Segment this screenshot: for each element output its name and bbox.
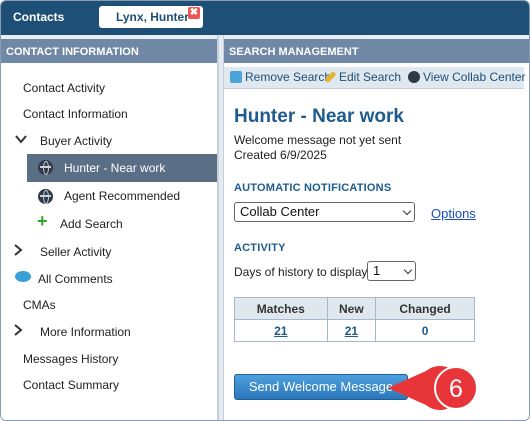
globe-icon [408,71,420,83]
chevron-right-icon[interactable] [13,244,23,259]
nav-label: Contact Summary [23,378,120,392]
nav-label: Buyer Activity [40,134,113,148]
automatic-notifications-header: AUTOMATIC NOTIFICATIONS [234,182,392,194]
activity-table-row: 21 21 0 [234,319,475,342]
search-title: Hunter - Near work [234,106,404,127]
days-history-label: Days of history to display [234,265,368,279]
nav-hunter-near-work[interactable]: Hunter - Near work [27,154,217,182]
matches-header: Matches [234,297,328,320]
chevron-down-icon [402,206,412,216]
nav-contact-information[interactable]: Contact Information [23,103,128,125]
changed-header: Changed [375,297,475,320]
nav-label: Contact Information [23,107,128,121]
contact-information-panel: CONTACT INFORMATION Contact Activity Con… [1,35,218,420]
nav-messages-history[interactable]: Messages History [23,348,118,370]
nav-more-information[interactable]: More Information [40,321,131,343]
nav-add-search[interactable]: Add Search [60,213,123,235]
nav-label: Seller Activity [40,245,112,259]
options-link[interactable]: Options [431,206,476,221]
nav-label: Hunter - Near work [64,161,166,175]
matches-count-link[interactable]: 21 [234,319,328,342]
nav-label: CMAs [23,298,56,312]
callout-number: 6 [449,375,463,403]
chevron-down-icon[interactable] [15,133,27,147]
remove-search-button[interactable]: Remove Search [230,70,331,84]
edit-search-button[interactable]: Edit Search [324,70,402,84]
edit-search-label: Edit Search [339,70,402,84]
welcome-status: Welcome message not yet sent [234,133,402,147]
view-collab-center-button[interactable]: View Collab Center [408,70,526,84]
nav-contact-summary[interactable]: Contact Summary [23,374,119,396]
nav-cmas[interactable]: CMAs [23,294,56,316]
days-history-select[interactable]: 1 [367,261,416,281]
nav-label: Contact Activity [23,81,106,95]
nav-label: Add Search [60,217,123,231]
new-header: New [326,297,377,320]
app-window: Contacts Lynx, Hunter ✖ CONTACT INFORMAT… [0,0,530,421]
step-callout: 6 [388,366,478,410]
nav-label: All Comments [38,272,113,286]
close-icon[interactable]: ✖ [188,7,200,19]
nav-seller-activity[interactable]: Seller Activity [40,241,111,263]
nav-label: Agent Recommended [64,189,181,203]
nav-all-comments[interactable]: All Comments [38,268,113,290]
activity-table-header-row: Matches New Changed [234,297,475,320]
top-bar: Contacts Lynx, Hunter ✖ [1,1,529,35]
search-toolbar: Remove Search Edit Search View Collab Ce… [224,67,526,89]
view-collab-center-label: View Collab Center [423,70,526,84]
days-history-value: 1 [373,263,381,278]
nav-label: Messages History [23,352,119,366]
nav-label: More Information [40,325,131,339]
notifications-select-value: Collab Center [240,204,320,219]
changed-count: 0 [375,319,475,342]
new-count-link[interactable]: 21 [326,319,377,342]
comment-icon [15,271,31,282]
plus-icon: + [37,211,48,231]
tab-person-label: Lynx, Hunter [116,10,189,24]
nav-buyer-activity[interactable]: Buyer Activity [40,130,112,152]
remove-search-label: Remove Search [245,70,332,84]
chevron-right-icon[interactable] [13,324,23,339]
send-welcome-message-button[interactable]: Send Welcome Message [234,374,408,400]
notifications-select[interactable]: Collab Center [234,202,415,222]
chevron-down-icon [403,265,413,275]
search-management-header: SEARCH MANAGEMENT [224,35,529,63]
tab-person[interactable]: Lynx, Hunter ✖ [99,6,203,28]
globe-icon [38,189,53,204]
nav-agent-recommended[interactable]: Agent Recommended [64,185,180,207]
nav-contact-activity[interactable]: Contact Activity [23,77,105,99]
tab-contacts[interactable]: Contacts [13,10,64,24]
activity-header: ACTIVITY [234,242,286,254]
trash-icon [230,71,242,83]
created-date: Created 6/9/2025 [234,148,327,162]
activity-table: Matches New Changed 21 21 0 [234,297,475,342]
contact-information-header: CONTACT INFORMATION [1,35,217,63]
globe-icon [38,160,53,175]
